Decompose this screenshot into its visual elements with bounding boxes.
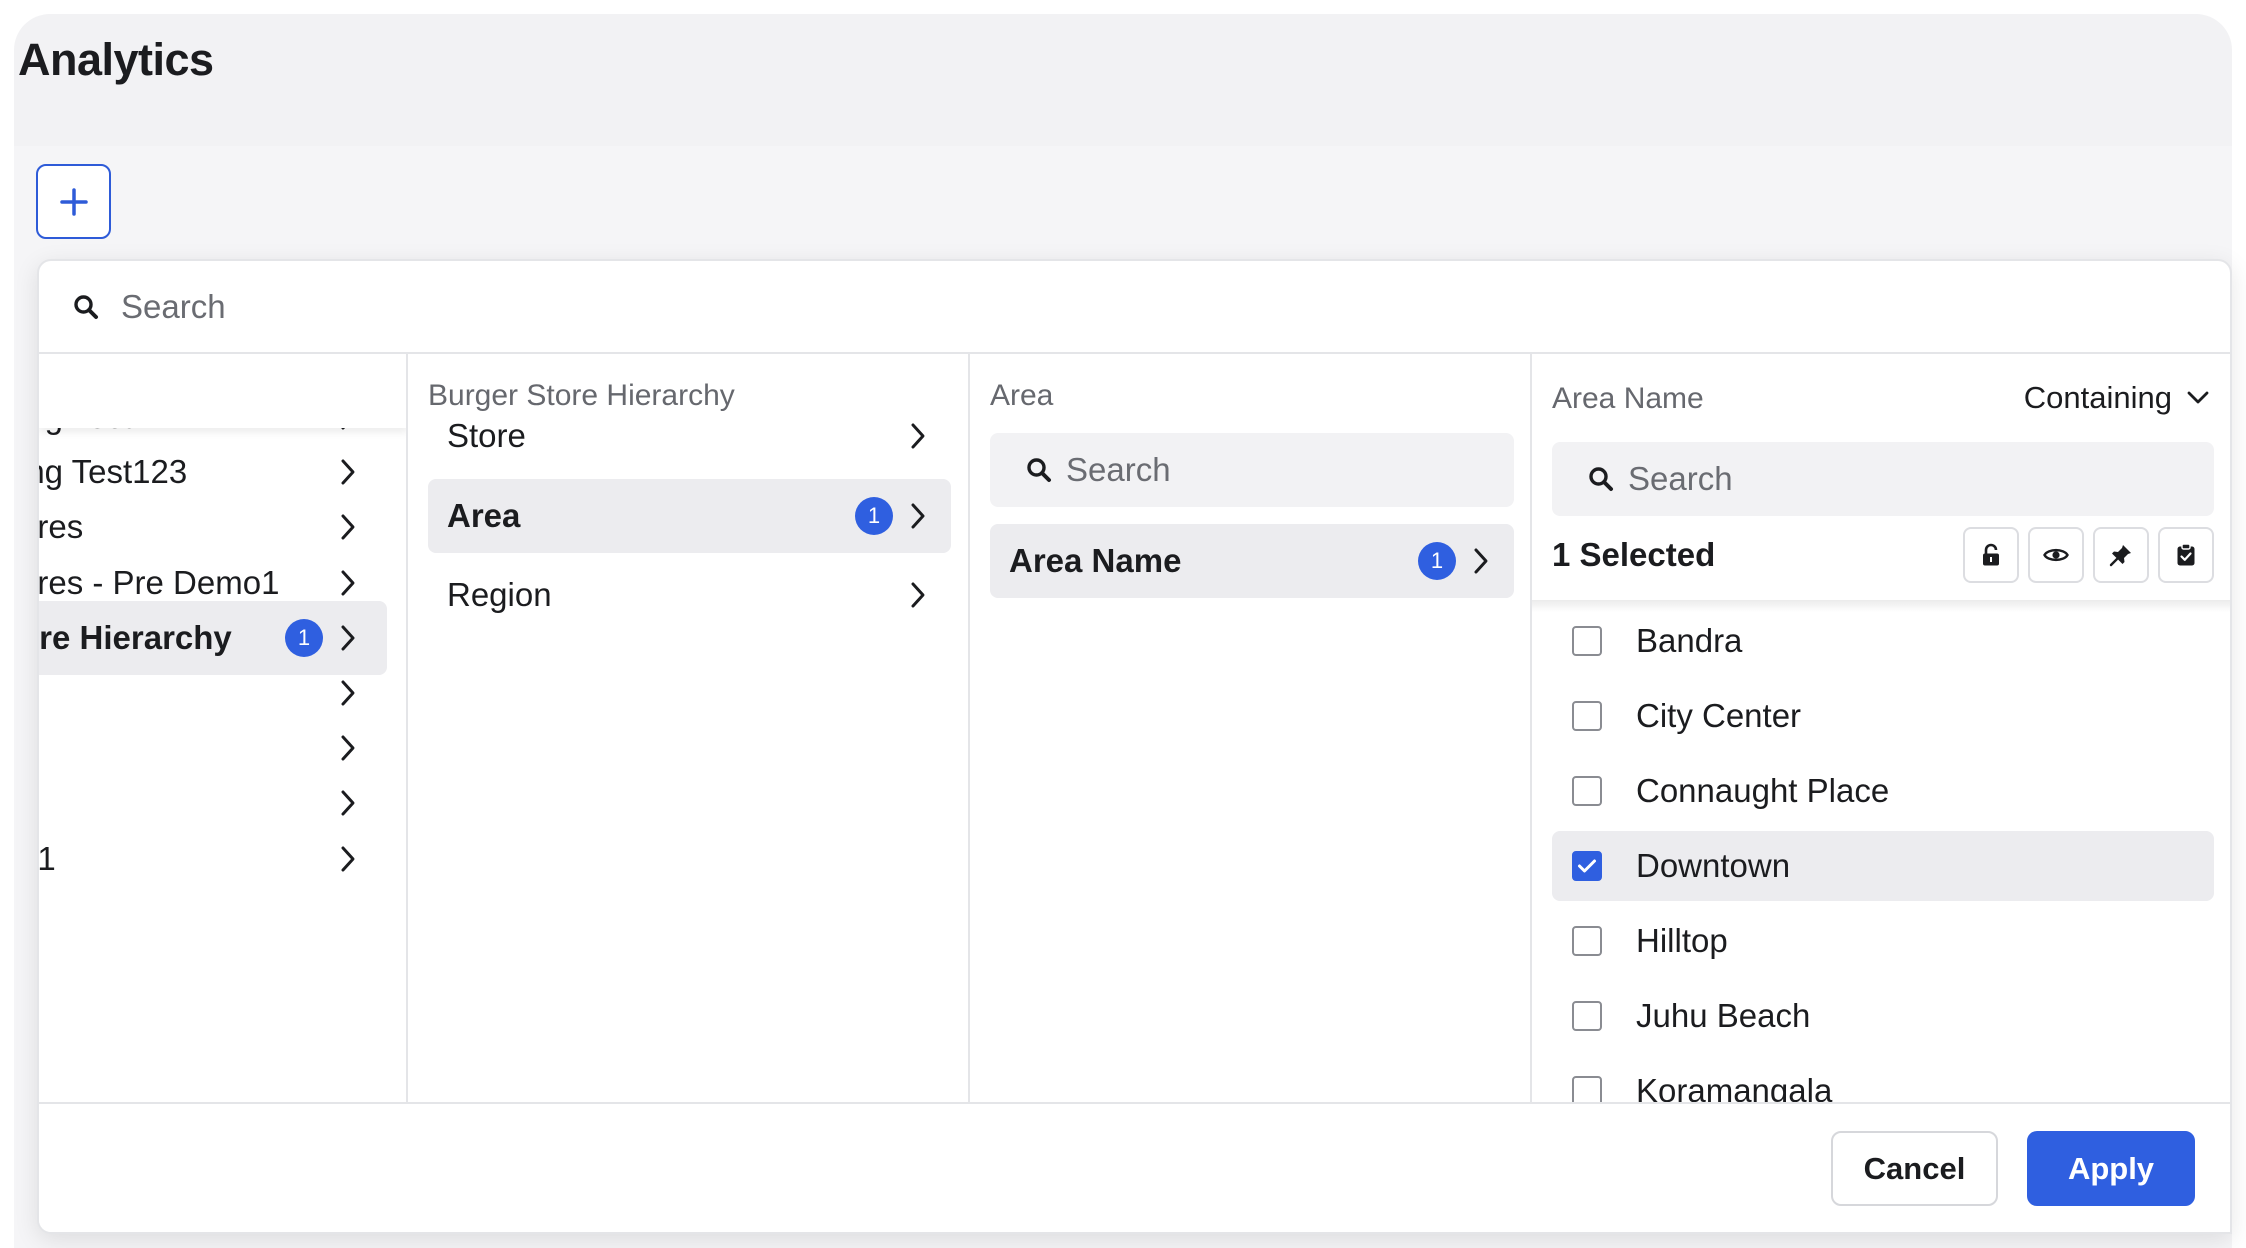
column-area: Area Search Area Name 1 bbox=[970, 354, 1532, 1102]
area-search-input[interactable]: Search bbox=[990, 433, 1514, 507]
column-dimensions: ing Testing Test123oresores - Pre Demo1o… bbox=[39, 354, 408, 1102]
column-hierarchy: Burger Store Hierarchy Store Area 1 Region bbox=[408, 354, 970, 1102]
value-option-label: Hilltop bbox=[1636, 922, 1728, 959]
apply-button[interactable]: Apply bbox=[2027, 1131, 2195, 1206]
checkbox[interactable] bbox=[1572, 1076, 1602, 1102]
chevron-right-icon bbox=[335, 565, 361, 601]
chevron-down-icon bbox=[2187, 391, 2209, 404]
chevron-right-icon bbox=[335, 454, 361, 490]
value-list: Bandra City Center Connaught Place Downtown… bbox=[1552, 602, 2214, 1102]
value-option-label: City Center bbox=[1636, 697, 1802, 734]
add-filter-button[interactable] bbox=[36, 164, 111, 239]
dimension-item-label: ores - Pre Demo1 bbox=[39, 563, 280, 601]
chevron-right-icon bbox=[335, 509, 361, 545]
value-search-input[interactable]: Search bbox=[1552, 442, 2214, 516]
lock-button[interactable] bbox=[1963, 527, 2019, 583]
chevron-right-icon bbox=[335, 841, 361, 877]
hierarchy-item[interactable]: Store bbox=[428, 399, 951, 473]
search-placeholder: Search bbox=[121, 287, 226, 325]
chevron-right-icon bbox=[1468, 543, 1494, 579]
search-placeholder: Search bbox=[1066, 451, 1171, 488]
search-icon bbox=[1589, 467, 1613, 491]
eye-icon bbox=[2043, 548, 2069, 562]
dimension-item-label: ing Test123 bbox=[39, 453, 188, 491]
area-attribute-item[interactable]: Area Name 1 bbox=[990, 524, 1514, 598]
operator-dropdown[interactable]: Containing bbox=[2024, 380, 2210, 416]
chevron-right-icon bbox=[905, 577, 931, 613]
pin-button[interactable] bbox=[2093, 527, 2149, 583]
page-title: Analytics bbox=[18, 34, 214, 85]
selection-summary: 1 Selected bbox=[1552, 520, 2214, 590]
filter-popover: Search ing Testing Test123oresores - Pre… bbox=[37, 259, 2232, 1234]
chevron-right-icon bbox=[335, 730, 361, 766]
visibility-button[interactable] bbox=[2028, 527, 2084, 583]
area-attribute-label: Area Name bbox=[1009, 542, 1182, 579]
checkbox[interactable] bbox=[1572, 626, 1602, 656]
chevron-right-icon bbox=[905, 418, 931, 454]
selection-count-badge: 1 bbox=[285, 618, 323, 657]
clipboard-icon bbox=[2177, 543, 2195, 566]
value-option[interactable]: Hilltop bbox=[1552, 906, 2214, 976]
value-option[interactable]: Connaught Place bbox=[1552, 756, 2214, 826]
checkbox[interactable] bbox=[1572, 1001, 1602, 1031]
filter-search-bar[interactable]: Search bbox=[39, 261, 2230, 354]
checkbox[interactable] bbox=[1572, 776, 1602, 806]
value-option-label: Koramangala bbox=[1636, 1072, 1833, 1102]
hierarchy-item-label: Region bbox=[447, 576, 552, 613]
hierarchy-item[interactable]: Area 1 bbox=[428, 478, 951, 553]
selected-count: 1 Selected bbox=[1552, 536, 1716, 573]
checkbox[interactable] bbox=[1572, 851, 1602, 881]
value-option[interactable]: Downtown bbox=[1552, 831, 2214, 901]
column-area-name-values: Area Name Containing Search 1 Selected B… bbox=[1532, 354, 2230, 1102]
search-icon bbox=[1027, 458, 1051, 482]
checkbox[interactable] bbox=[1572, 926, 1602, 956]
value-option[interactable]: Bandra bbox=[1552, 606, 2214, 676]
chevron-right-icon bbox=[335, 785, 361, 821]
plus-icon bbox=[59, 187, 88, 216]
pin-icon bbox=[2109, 545, 2131, 567]
chevron-right-icon bbox=[335, 675, 361, 711]
column-header: Area bbox=[990, 379, 1054, 412]
selection-count-badge: 1 bbox=[1418, 542, 1456, 580]
dimension-item[interactable]: 21 bbox=[39, 822, 387, 896]
search-placeholder: Search bbox=[1628, 460, 1733, 497]
checkbox[interactable] bbox=[1572, 701, 1602, 731]
value-option-label: Downtown bbox=[1636, 847, 1791, 884]
hierarchy-item-label: Area bbox=[447, 496, 521, 534]
operator-label: Containing bbox=[2023, 380, 2172, 415]
dimension-item-label: ore Hierarchy bbox=[39, 618, 232, 656]
search-icon bbox=[74, 294, 98, 319]
value-option-label: Connaught Place bbox=[1636, 772, 1890, 809]
value-option[interactable]: City Center bbox=[1552, 681, 2214, 751]
value-option-label: Juhu Beach bbox=[1636, 997, 1811, 1034]
dimension-item-label: 21 bbox=[39, 839, 56, 877]
clipboard-button[interactable] bbox=[2158, 527, 2214, 583]
value-option[interactable]: Juhu Beach bbox=[1552, 981, 2214, 1051]
lock-icon bbox=[1983, 543, 1999, 566]
column-header-spacer bbox=[39, 354, 406, 428]
chevron-right-icon bbox=[335, 620, 361, 656]
selection-count-badge: 1 bbox=[855, 496, 893, 535]
column-header: Area Name bbox=[1552, 382, 1704, 415]
chevron-right-icon bbox=[905, 498, 931, 534]
dimension-item-label: ores bbox=[39, 508, 84, 546]
list-scroll-shadow bbox=[1532, 600, 2230, 612]
value-option-label: Bandra bbox=[1636, 622, 1743, 659]
popover-footer: Cancel Apply bbox=[39, 1102, 2230, 1232]
value-option[interactable]: Koramangala bbox=[1552, 1056, 2214, 1102]
hierarchy-item[interactable]: Region bbox=[428, 558, 951, 632]
hierarchy-item-label: Store bbox=[447, 417, 526, 454]
cancel-button[interactable]: Cancel bbox=[1831, 1131, 1998, 1206]
